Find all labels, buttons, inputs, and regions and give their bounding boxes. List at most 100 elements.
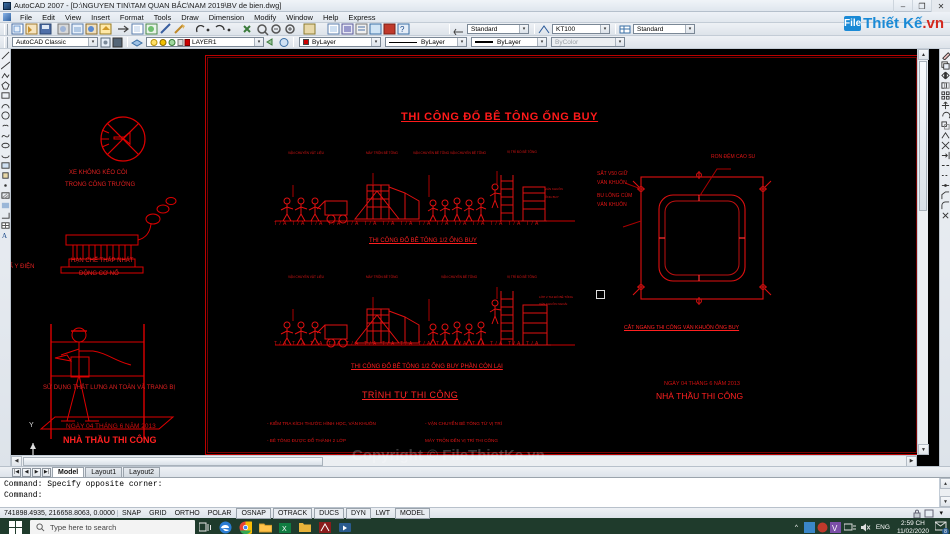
standard-toolbar-icons[interactable] [10,22,326,36]
menu-item-modify[interactable]: Modify [249,12,281,23]
polygon-tool-icon[interactable] [0,81,10,90]
task-view-icon[interactable] [196,518,214,534]
spline-tool-icon[interactable] [0,131,10,140]
workspace-combo[interactable]: AutoCAD Classic ▾ [12,37,98,47]
menu-item-view[interactable]: View [60,12,86,23]
arc-tool-icon[interactable] [0,101,10,110]
command-scroll-up-button[interactable]: ▲ [940,478,950,489]
point-tool-icon[interactable] [1,181,10,190]
horizontal-scroll-thumb[interactable] [23,456,323,466]
layout-last-button[interactable]: ▶| [42,467,51,477]
make-block-tool-icon[interactable] [1,171,10,180]
menu-item-format[interactable]: Format [115,12,149,23]
layout-prev-button[interactable]: ◀ [22,467,31,477]
command-window-scrollbar[interactable]: ▲ ▼ [939,478,950,507]
fillet-tool-icon[interactable] [940,201,950,210]
input-language-indicator[interactable]: ENG [876,524,890,531]
tab-layout2[interactable]: Layout2 [123,467,161,477]
start-button[interactable] [0,518,30,534]
status-lock-icon[interactable] [911,509,923,518]
construction-line-tool-icon[interactable] [0,61,10,70]
grid-toggle[interactable]: GRID [145,509,171,518]
notification-center-button[interactable]: 8 [934,521,949,534]
taskbar-clock[interactable]: 2:59 CH 11/02/2020 [897,520,929,534]
model-toggle[interactable]: MODEL [395,507,430,519]
menu-item-window[interactable]: Window [281,12,318,23]
file-explorer-icon[interactable] [256,518,274,534]
command-window[interactable]: Command: Specify opposite corner: Comman… [0,477,950,507]
close-button[interactable]: ✕ [931,0,950,12]
scroll-down-button[interactable]: ▼ [918,444,929,455]
ellipse-arc-tool-icon[interactable] [0,151,10,160]
chevron-down-icon-8[interactable]: ▾ [537,38,546,46]
scale-tool-icon[interactable] [940,121,950,130]
gradient-tool-icon[interactable] [1,201,10,210]
chevron-down-icon-7[interactable]: ▾ [457,38,466,46]
model-space-canvas[interactable]: THI CÔNG ĐỔ BÊ TÔNG ỐNG BUY XE KHÔNG KÉO… [11,49,939,466]
dimension-style-combo[interactable]: Standard ▾ [467,24,529,34]
move-tool-icon[interactable] [941,101,950,110]
microsoft-edge-icon[interactable] [216,518,234,534]
tray-expand-icon[interactable]: ^ [791,518,802,534]
revision-cloud-tool-icon[interactable] [1,121,10,130]
app-media-icon[interactable] [336,518,354,534]
tab-model[interactable]: Model [52,467,85,477]
scroll-up-button[interactable]: ▲ [918,49,929,60]
menu-item-insert[interactable]: Insert [86,12,115,23]
coordinate-readout[interactable]: 741898.4935, 216658.8063, 0.0000 [0,509,118,517]
menu-item-express[interactable]: Express [343,12,380,23]
ducs-toggle[interactable]: DUCS [314,507,344,519]
polyline-tool-icon[interactable] [1,71,10,80]
linetype-combo[interactable]: ByLayer ▾ [385,37,467,47]
layer-make-current-icon[interactable] [278,37,290,48]
app-autocad-icon[interactable] [316,518,334,534]
ellipse-tool-icon[interactable] [0,141,10,150]
region-tool-icon[interactable] [1,211,10,220]
standard-toolbar-icons-2[interactable]: ? [326,23,446,36]
dyn-toggle[interactable]: DYN [345,507,371,519]
chevron-down-icon[interactable]: ▾ [519,25,528,33]
array-tool-icon[interactable] [940,91,950,100]
insert-block-tool-icon[interactable] [0,161,10,170]
copy-tool-icon[interactable] [940,61,950,70]
rotate-tool-icon[interactable] [941,111,950,120]
menu-item-draw[interactable]: Draw [176,12,204,23]
color-combo[interactable]: ByLayer ▾ [299,37,381,47]
scroll-left-button[interactable]: ◀ [11,455,22,466]
workspace-save-icon[interactable] [112,37,124,48]
minimize-button[interactable]: – [893,0,912,12]
network-icon[interactable] [843,522,856,533]
maximize-button[interactable]: ❐ [912,0,931,12]
chevron-down-icon-5[interactable]: ▾ [254,38,263,46]
taskbar-search-box[interactable]: Type here to search [30,520,195,534]
volume-muted-icon[interactable] [860,522,871,533]
hatch-tool-icon[interactable] [0,191,10,200]
command-prompt-line[interactable]: Command: [4,490,946,501]
chevron-down-icon-3[interactable]: ▾ [685,25,694,33]
offset-tool-icon[interactable] [940,81,950,90]
table-style-combo[interactable]: Standard ▾ [633,24,695,34]
toolbar-grip[interactable] [4,23,8,35]
menu-item-help[interactable]: Help [318,12,343,23]
trim-tool-icon[interactable] [941,141,950,150]
menu-item-dimension[interactable]: Dimension [204,12,249,23]
line-tool-icon[interactable] [1,51,10,60]
text-style-combo[interactable]: KT100 ▾ [552,24,610,34]
layout-next-button[interactable]: ▶ [32,467,41,477]
menu-item-tools[interactable]: Tools [149,12,177,23]
app-folder-icon[interactable] [296,518,314,534]
menu-item-edit[interactable]: Edit [37,12,60,23]
tray-app-blue-icon[interactable] [803,522,815,533]
layout-first-button[interactable]: |◀ [12,467,21,477]
layer-combo[interactable]: LAYER1 ▾ [146,37,264,47]
scroll-right-button[interactable]: ▶ [906,455,917,466]
mirror-tool-icon[interactable] [940,71,950,80]
tray-app-red-icon[interactable] [817,522,828,533]
workspace-settings-icon[interactable] [100,37,112,48]
layer-state-icons[interactable] [150,38,190,47]
explode-tool-icon[interactable] [941,211,950,220]
stretch-tool-icon[interactable] [941,131,950,140]
tray-app-purple-icon[interactable]: V [829,522,841,533]
chamfer-tool-icon[interactable] [940,191,950,200]
polar-toggle[interactable]: POLAR [204,509,236,518]
